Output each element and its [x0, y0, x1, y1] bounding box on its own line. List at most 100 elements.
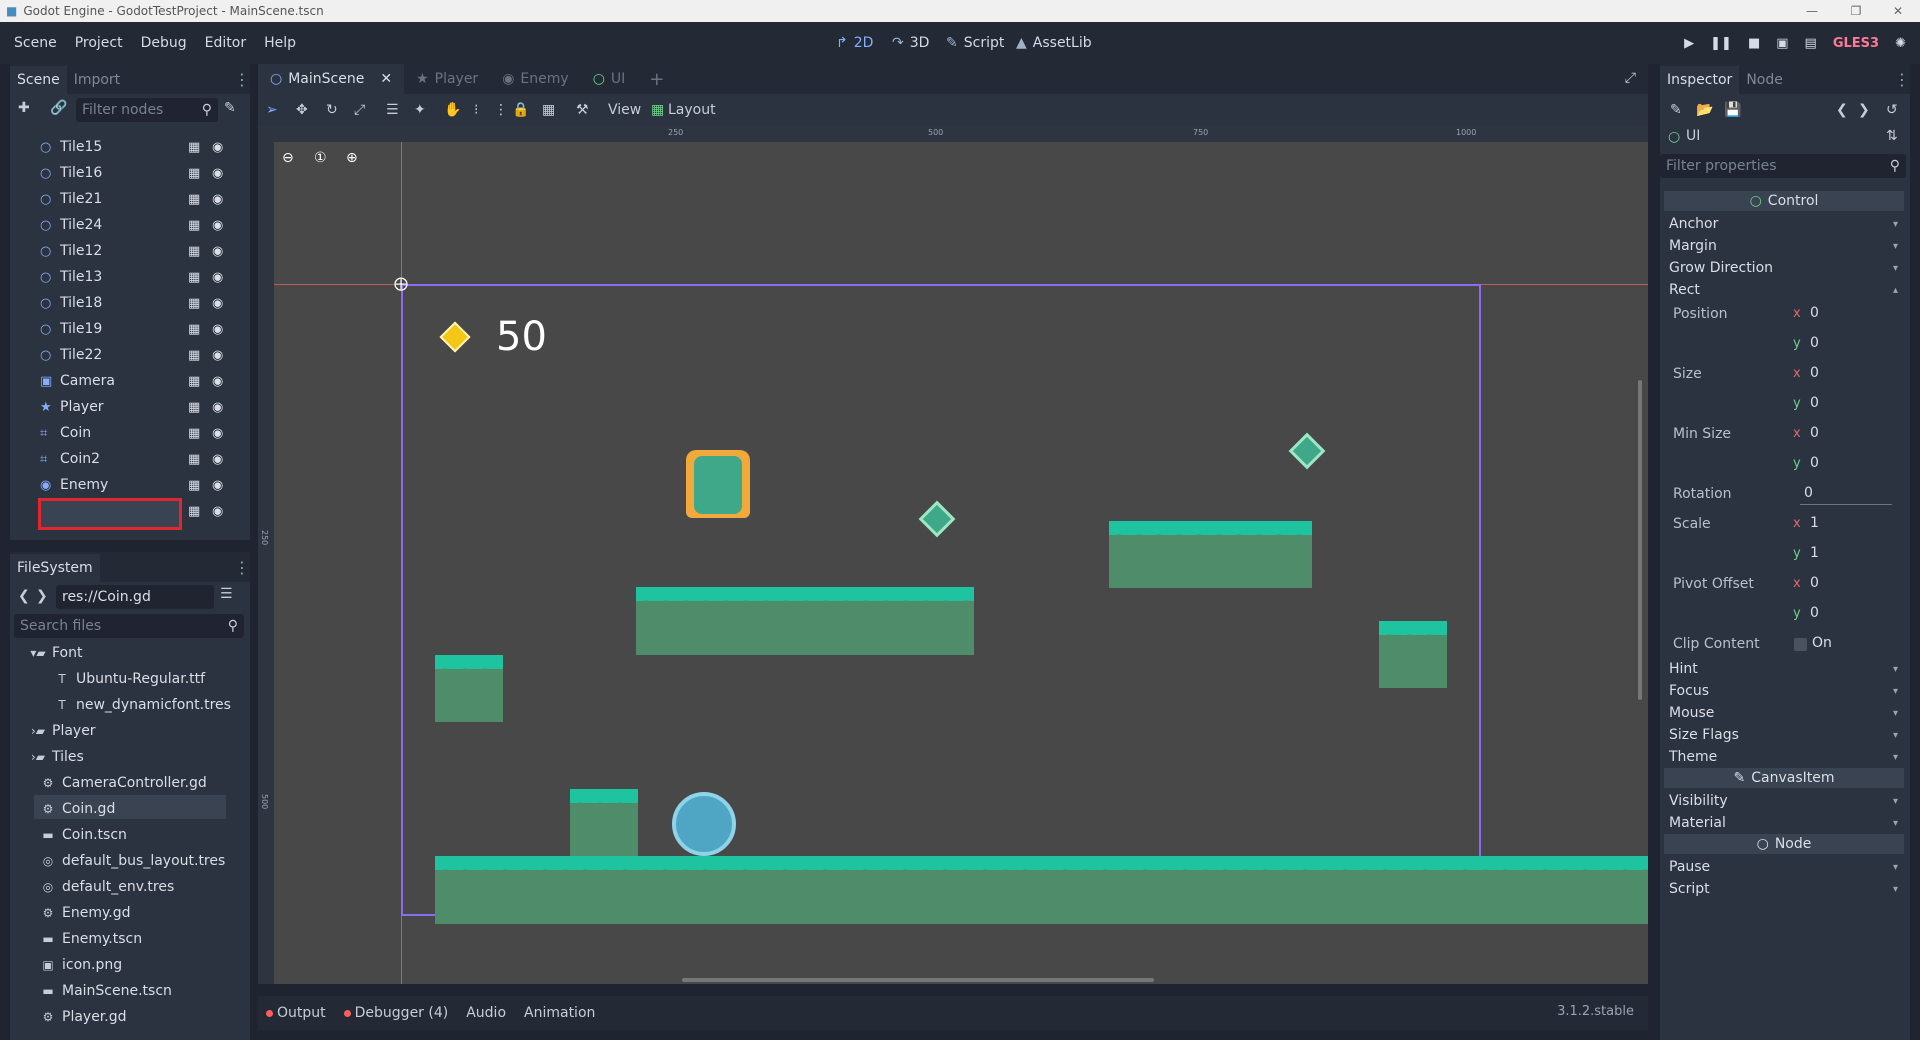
horizontal-scrollbar[interactable]	[682, 978, 1154, 982]
play-icon[interactable]: ▶	[1684, 36, 1694, 51]
pause-icon[interactable]: ❚❚	[1710, 36, 1732, 51]
snap-icon[interactable]: ⁝	[474, 102, 478, 118]
ground-tile[interactable]	[435, 856, 1648, 924]
min-size-y-field[interactable]: 0	[1810, 455, 1819, 471]
scene-instance-icon[interactable]: ▦	[188, 218, 200, 233]
platform-tile[interactable]	[636, 587, 974, 655]
tab-import[interactable]: Import	[67, 66, 127, 94]
property-group[interactable]: Mouse ▾	[1664, 702, 1904, 724]
visibility-eye-icon[interactable]: ◉	[212, 192, 223, 207]
rotation-slider-value[interactable]: 0	[1804, 485, 1813, 501]
scene-instance-icon[interactable]: ▦	[188, 374, 200, 389]
filter-properties-input[interactable]: Filter properties ⚲	[1660, 154, 1906, 178]
property-group[interactable]: Material ▾	[1664, 812, 1904, 834]
property-group[interactable]: Grow Direction ▾	[1664, 257, 1904, 279]
lock-icon[interactable]: 🔒	[512, 102, 529, 118]
link-instance-icon[interactable]: 🔗	[50, 100, 67, 116]
scene-instance-icon[interactable]: ▦	[188, 504, 200, 519]
property-group[interactable]: Anchor ▾	[1664, 213, 1904, 235]
tab-ui[interactable]: ○ UI	[581, 64, 638, 94]
scene-instance-icon[interactable]: ▦	[188, 166, 200, 181]
visibility-eye-icon[interactable]: ◉	[212, 374, 223, 389]
scene-instance-icon[interactable]: ▦	[188, 296, 200, 311]
visibility-eye-icon[interactable]: ◉	[212, 426, 223, 441]
visibility-eye-icon[interactable]: ◉	[212, 270, 223, 285]
move-mode-icon[interactable]: ✥	[296, 102, 308, 118]
scene-tree-node[interactable]: ○ Tile13 ▦ ◉	[10, 264, 232, 290]
scene-instance-icon[interactable]: ▦	[188, 426, 200, 441]
file-item[interactable]: ›▰ Player	[30, 718, 96, 744]
visibility-eye-icon[interactable]: ◉	[212, 244, 223, 259]
pivot-y-field[interactable]: 0	[1810, 605, 1819, 621]
scene-instance-icon[interactable]: ▦	[188, 140, 200, 155]
add-tab-button[interactable]: +	[637, 64, 676, 94]
scene-tree-node[interactable]: ○ Tile16 ▦ ◉	[10, 160, 232, 186]
file-item[interactable]: ▬ Enemy.tscn	[40, 926, 142, 952]
property-group[interactable]: Script ▾	[1664, 878, 1904, 900]
property-group[interactable]: Size Flags ▾	[1664, 724, 1904, 746]
file-item[interactable]: ⚙ Coin.gd	[40, 796, 116, 822]
zoom-reset-icon[interactable]: ①	[314, 150, 327, 166]
close-window-button[interactable]: ✕	[1878, 0, 1918, 22]
scene-tree-node[interactable]: ○ Tile18 ▦ ◉	[10, 290, 232, 316]
property-group[interactable]: Pause ▾	[1664, 856, 1904, 878]
file-item[interactable]: ›▰ Tiles	[30, 744, 84, 770]
player-sprite[interactable]	[686, 450, 750, 518]
tab-node[interactable]: Node	[1739, 66, 1790, 94]
history-icon[interactable]: ↺	[1886, 102, 1898, 118]
workspace-script-button[interactable]: ✎ Script	[946, 22, 1004, 64]
property-group[interactable]: Hint ▾	[1664, 658, 1904, 680]
save-resource-icon[interactable]: 💾	[1724, 102, 1741, 118]
scene-tree-node[interactable]: ◉ Enemy ▦ ◉	[10, 472, 232, 498]
platform-tile[interactable]	[435, 655, 503, 722]
position-y-field[interactable]: 0	[1810, 335, 1819, 351]
canvas-viewport[interactable]: 250 500 750 1000 250 500 ⊖ ① ⊕ ⨁ 50	[258, 126, 1648, 984]
scene-instance-icon[interactable]: ▦	[188, 322, 200, 337]
file-item[interactable]: ▾▰ Font	[30, 640, 82, 666]
scene-tree-node[interactable]: ★ Player ▦ ◉	[10, 394, 232, 420]
visibility-eye-icon[interactable]: ◉	[212, 478, 223, 493]
audio-tab[interactable]: Audio	[466, 1005, 506, 1021]
section-canvasitem[interactable]: ✎ CanvasItem	[1664, 768, 1904, 788]
object-properties-icon[interactable]: ⇅	[1886, 128, 1898, 144]
minimize-button[interactable]: —	[1792, 0, 1832, 22]
split-view-icon[interactable]: ☰	[220, 586, 233, 602]
scene-instance-icon[interactable]: ▦	[188, 348, 200, 363]
filter-nodes-input[interactable]: Filter nodes ⚲	[76, 98, 218, 122]
section-node[interactable]: ○ Node	[1664, 834, 1904, 854]
menu-editor[interactable]: Editor	[205, 35, 246, 51]
close-icon[interactable]: ✕	[380, 71, 392, 87]
scene-dock-menu-icon[interactable]: ⋮	[234, 70, 250, 89]
min-size-x-field[interactable]: 0	[1810, 425, 1819, 441]
scene-instance-icon[interactable]: ▦	[188, 400, 200, 415]
property-group[interactable]: Rect ▴	[1664, 279, 1904, 301]
snap-options-icon[interactable]: ⋮	[494, 102, 508, 118]
forward-icon[interactable]: ❯	[36, 588, 48, 604]
play-custom-scene-icon[interactable]: ▤	[1805, 36, 1817, 51]
property-group[interactable]: Theme ▾	[1664, 746, 1904, 768]
property-group[interactable]: Focus ▾	[1664, 680, 1904, 702]
file-item[interactable]: T Ubuntu-Regular.ttf	[54, 666, 205, 692]
property-group[interactable]: Margin ▾	[1664, 235, 1904, 257]
visibility-eye-icon[interactable]: ◉	[212, 296, 223, 311]
restore-button[interactable]: ❐	[1836, 0, 1876, 22]
tab-enemy[interactable]: ◉ Enemy	[490, 64, 580, 94]
workspace-2d-button[interactable]: ↱ 2D	[836, 22, 873, 64]
file-item[interactable]: ▬ MainScene.tscn	[40, 978, 172, 1004]
visibility-eye-icon[interactable]: ◉	[212, 322, 223, 337]
menu-scene[interactable]: Scene	[14, 35, 57, 51]
position-x-field[interactable]: 0	[1810, 305, 1819, 321]
visibility-eye-icon[interactable]: ◉	[212, 504, 223, 519]
scene-tree-node[interactable]: ▣ Camera ▦ ◉	[10, 368, 232, 394]
scene-tree-node[interactable]: ○ Tile22 ▦ ◉	[10, 342, 232, 368]
filesystem-menu-icon[interactable]: ⋮	[234, 558, 250, 577]
platform-tile[interactable]	[1379, 621, 1447, 688]
zoom-in-icon[interactable]: ⊕	[346, 150, 358, 166]
property-group[interactable]: Visibility ▾	[1664, 790, 1904, 812]
add-node-icon[interactable]: ✚	[18, 100, 30, 116]
debugger-tab[interactable]: Debugger (4)	[343, 1005, 448, 1021]
vertical-scrollbar[interactable]	[1638, 380, 1642, 700]
scale-x-field[interactable]: 1	[1810, 515, 1819, 531]
path-field[interactable]: res://Coin.gd	[56, 585, 214, 609]
enemy-sprite[interactable]	[672, 792, 736, 856]
